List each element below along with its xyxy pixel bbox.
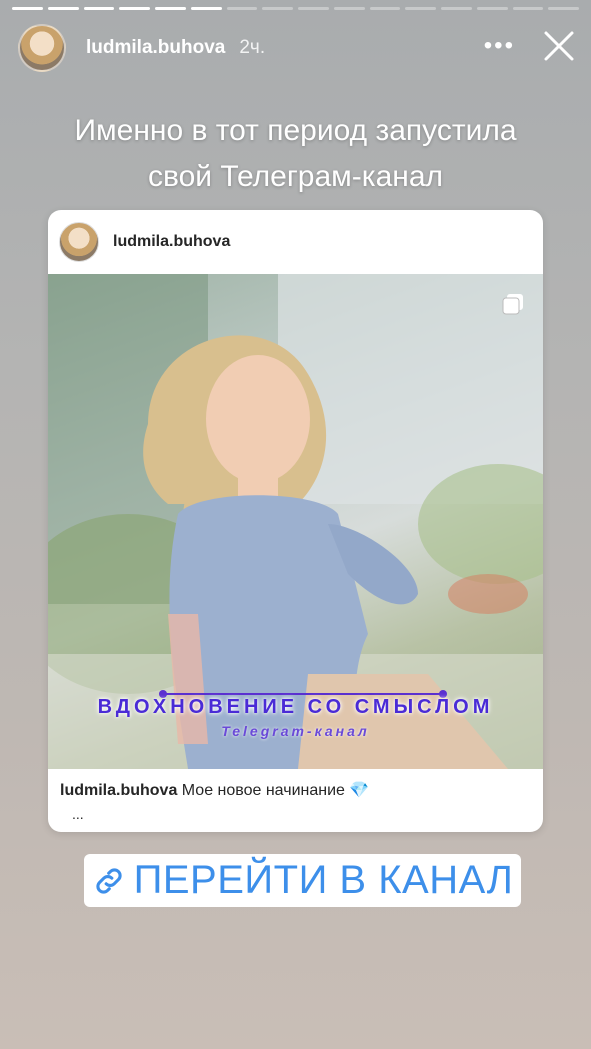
caption-line-1: Именно в тот период запустила [74, 114, 517, 147]
story-progress-bar [12, 7, 579, 10]
progress-segment [226, 7, 258, 10]
post-caption-username: ludmila.buhova [60, 782, 178, 799]
overlay-title: ВДОХНОВЕНИЕ СО СМЫСЛОМ [97, 696, 494, 718]
progress-segment [47, 7, 79, 10]
progress-segment [12, 7, 43, 10]
progress-segment [190, 7, 222, 10]
post-photo: ВДОХНОВЕНИЕ СО СМЫСЛОМ Telegram-канал [48, 274, 543, 769]
post-caption-more: ... [72, 806, 84, 822]
close-icon[interactable] [541, 28, 577, 64]
progress-segment [476, 7, 508, 10]
post-caption-text: Мое новое начинание 💎 [181, 782, 370, 799]
progress-segment [333, 7, 365, 10]
progress-segment [262, 7, 293, 10]
progress-segment [369, 7, 401, 10]
progress-segment [548, 7, 579, 10]
progress-segment [119, 7, 150, 10]
avatar[interactable] [18, 24, 66, 72]
progress-segment [441, 7, 472, 10]
shared-post-card[interactable]: ludmila.buhova ВДОХНОВЕНИЕ СО СМЫСЛОМ Te… [48, 210, 543, 832]
overlay-subtitle: Telegram-канал [221, 723, 370, 739]
progress-segment [83, 7, 115, 10]
carousel-icon [502, 294, 523, 315]
post-header: ludmila.buhova [48, 210, 543, 274]
more-icon[interactable]: ••• [484, 34, 515, 58]
link-label[interactable]: ПЕРЕЙТИ В КАНАЛ [134, 858, 514, 903]
caption-line-2: свой Телеграм-канал [147, 160, 444, 193]
story-username[interactable]: ludmila.buhova [86, 37, 225, 59]
progress-segment [512, 7, 544, 10]
photo-illustration [48, 274, 543, 769]
link-sticker[interactable]: ПЕРЕЙТИ В КАНАЛ [84, 854, 521, 907]
post-caption: ludmila.buhova Мое новое начинание 💎 [60, 780, 531, 800]
story-timestamp: 2ч. [239, 37, 266, 58]
progress-segment [155, 7, 186, 10]
post-username: ludmila.buhova [113, 233, 231, 250]
story-caption: Именно в тот период запустила свой Телег… [0, 108, 591, 200]
story-header: ludmila.buhova 2ч. ••• [18, 22, 579, 74]
post-avatar [59, 222, 99, 262]
link-icon [95, 867, 122, 894]
progress-segment [405, 7, 436, 10]
progress-segment [298, 7, 329, 10]
